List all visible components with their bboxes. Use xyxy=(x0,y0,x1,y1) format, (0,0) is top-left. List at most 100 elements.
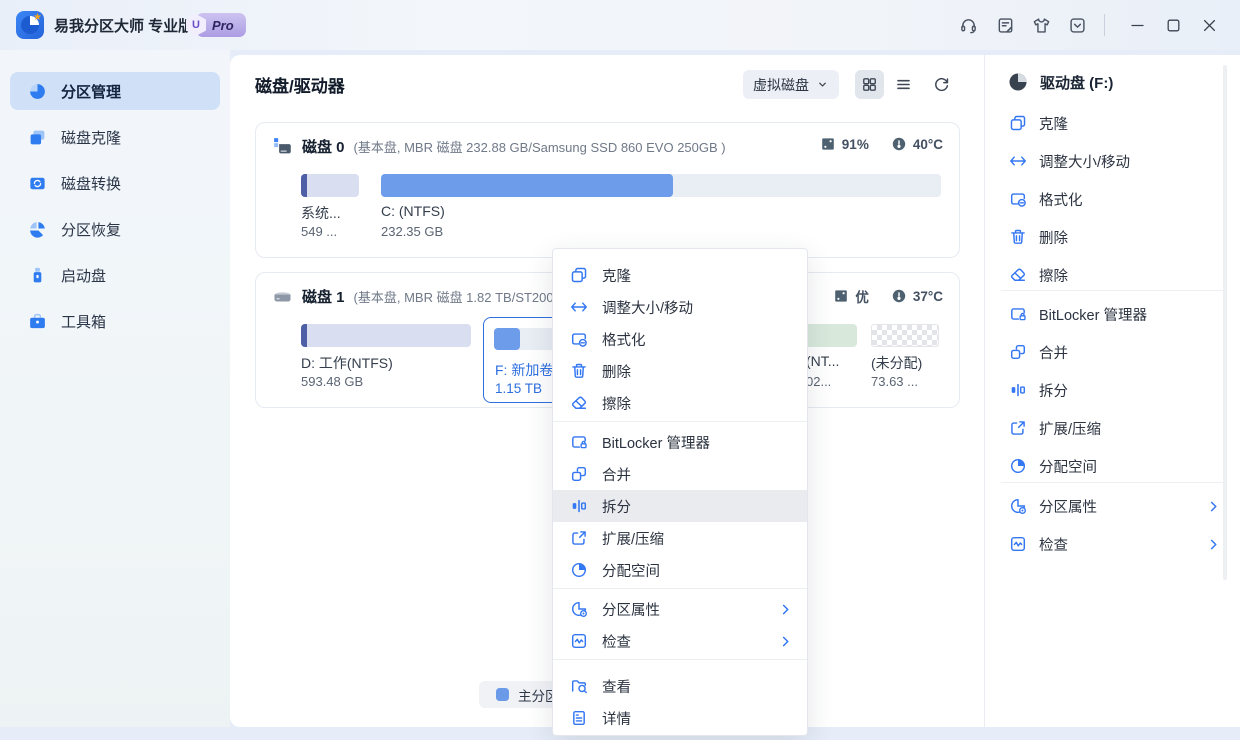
panel-item-split[interactable]: 拆分 xyxy=(985,371,1240,409)
sidebar-item-disk-clone[interactable]: 磁盘克隆 xyxy=(10,118,220,156)
list-view-button[interactable] xyxy=(889,70,918,99)
pro-badge[interactable]: U Pro xyxy=(196,13,246,37)
disk-health-icon xyxy=(820,136,836,152)
app-title: 易我分区大师 专业版 xyxy=(54,15,193,36)
feedback-button[interactable] xyxy=(993,13,1017,37)
menu-dropdown-button[interactable] xyxy=(1065,13,1089,37)
titlebar-divider xyxy=(1104,14,1105,36)
pro-label: Pro xyxy=(212,18,234,33)
context-item-resize-move[interactable]: 调整大小/移动 xyxy=(553,291,807,323)
partition-bar-c[interactable] xyxy=(381,174,941,197)
partition-label: D: 工作(NTFS) xyxy=(301,353,393,373)
minimize-button[interactable] xyxy=(1126,14,1148,36)
sidebar-item-bootable-disk[interactable]: 启动盘 xyxy=(10,256,220,294)
partition-size: 232.35 GB xyxy=(381,224,443,239)
panel-item-check[interactable]: 检查 xyxy=(985,525,1240,563)
check-icon xyxy=(1009,535,1027,553)
drive-icon xyxy=(1007,71,1029,93)
context-item-bitlocker[interactable]: BitLocker 管理器 xyxy=(553,426,807,458)
context-item-check[interactable]: 检查 xyxy=(553,625,807,657)
panel-item-clone[interactable]: 克隆 xyxy=(985,104,1240,142)
app-logo-icon: ★ xyxy=(16,11,44,39)
theme-button[interactable] xyxy=(1029,13,1053,37)
primary-partition-swatch xyxy=(496,688,509,701)
list-view-icon xyxy=(895,76,912,93)
disk-clone-icon xyxy=(28,128,47,147)
context-item-allocate-space[interactable]: 分配空间 xyxy=(553,554,807,586)
panel-item-partition-properties[interactable]: 分区属性 xyxy=(985,487,1240,525)
close-button[interactable] xyxy=(1198,14,1220,36)
sidebar-item-disk-convert[interactable]: 磁盘转换 xyxy=(10,164,220,202)
allocate-space-icon xyxy=(1009,457,1027,475)
disk-filter-dropdown[interactable]: 虚拟磁盘 xyxy=(743,70,839,99)
disk-1-health: 优 37°C xyxy=(833,286,943,306)
merge-icon xyxy=(570,465,588,483)
format-icon xyxy=(570,330,588,348)
refresh-icon xyxy=(933,76,950,93)
context-item-split[interactable]: 拆分 xyxy=(553,490,807,522)
panel-item-format[interactable]: 格式化 xyxy=(985,180,1240,218)
close-icon xyxy=(1201,17,1218,34)
clone-icon xyxy=(1009,114,1027,132)
panel-item-resize-move[interactable]: 调整大小/移动 xyxy=(985,142,1240,180)
clone-icon xyxy=(570,266,588,284)
context-item-erase[interactable]: 擦除 xyxy=(553,387,807,419)
context-item-details[interactable]: 详情 xyxy=(553,702,807,734)
feedback-note-icon xyxy=(996,16,1015,35)
context-item-merge[interactable]: 合并 xyxy=(553,458,807,490)
partition-manager-icon xyxy=(28,82,47,101)
partition-bar-system[interactable] xyxy=(301,174,359,197)
context-item-view[interactable]: 查看 xyxy=(553,670,807,702)
disk-convert-icon xyxy=(28,174,47,193)
panel-item-extend-shrink[interactable]: 扩展/压缩 xyxy=(985,409,1240,447)
sidebar-item-partition-recovery[interactable]: 分区恢复 xyxy=(10,210,220,248)
disk-0-health: 91% 40°C xyxy=(820,136,943,152)
resize-move-icon xyxy=(1009,152,1027,170)
right-action-panel: 驱动盘 (F:) 克隆 调整大小/移动 格式化 删除 擦除 BitLocker … xyxy=(984,55,1240,727)
bitlocker-icon xyxy=(570,433,588,451)
disk-0-temperature: 40°C xyxy=(891,136,943,152)
chevron-right-icon xyxy=(1206,537,1221,552)
erase-icon xyxy=(1009,266,1027,284)
panel-item-merge[interactable]: 合并 xyxy=(985,333,1240,371)
grid-view-button[interactable] xyxy=(855,70,884,99)
partition-size: 549 ... xyxy=(301,224,337,239)
context-item-extend-shrink[interactable]: 扩展/压缩 xyxy=(553,522,807,554)
allocate-space-icon xyxy=(570,561,588,579)
refresh-button[interactable] xyxy=(927,70,956,99)
maximize-button[interactable] xyxy=(1162,14,1184,36)
scrollbar[interactable] xyxy=(1223,65,1227,580)
context-item-delete[interactable]: 删除 xyxy=(553,355,807,387)
headset-icon xyxy=(959,16,978,35)
partition-bar-d[interactable] xyxy=(301,324,471,347)
disk-0-header: 磁盘 0 (基本盘, MBR 磁盘 232.88 GB/Samsung SSD … xyxy=(272,135,726,157)
selected-volume-header: 驱动盘 (F:) xyxy=(1007,71,1113,93)
panel-item-bitlocker[interactable]: BitLocker 管理器 xyxy=(985,295,1240,333)
menu-separator xyxy=(553,421,807,422)
merge-icon xyxy=(1009,343,1027,361)
disk-1-usage: 优 xyxy=(833,286,869,306)
bitlocker-icon xyxy=(1009,305,1027,323)
menu-separator xyxy=(553,659,807,660)
chevron-down-icon xyxy=(816,78,829,91)
panel-item-erase[interactable]: 擦除 xyxy=(985,256,1240,294)
support-button[interactable] xyxy=(956,13,980,37)
titlebar: ★ 易我分区大师 专业版 U Pro xyxy=(0,0,1240,50)
sidebar-item-toolbox[interactable]: 工具箱 xyxy=(10,302,220,340)
partition-size: 1.15 TB xyxy=(495,381,542,396)
panel-item-allocate-space[interactable]: 分配空间 xyxy=(985,447,1240,485)
partition-recovery-icon xyxy=(28,220,47,239)
left-sidebar: 分区管理 磁盘克隆 磁盘转换 分区恢复 启动盘 工具箱 xyxy=(0,50,230,727)
context-item-clone[interactable]: 克隆 xyxy=(553,259,807,291)
partition-label: F: 新加卷 xyxy=(495,360,553,380)
usb-bootable-icon xyxy=(28,266,47,285)
extend-shrink-icon xyxy=(1009,419,1027,437)
sidebar-item-partition-manage[interactable]: 分区管理 xyxy=(10,72,220,110)
partition-bar-unallocated[interactable] xyxy=(871,324,939,347)
context-item-partition-properties[interactable]: 分区属性 xyxy=(553,593,807,625)
partition-label: C: (NTFS) xyxy=(381,203,445,219)
tshirt-icon xyxy=(1032,16,1051,35)
context-item-format[interactable]: 格式化 xyxy=(553,323,807,355)
disk-0-card[interactable]: 磁盘 0 (基本盘, MBR 磁盘 232.88 GB/Samsung SSD … xyxy=(255,122,960,258)
panel-item-delete[interactable]: 删除 xyxy=(985,218,1240,256)
